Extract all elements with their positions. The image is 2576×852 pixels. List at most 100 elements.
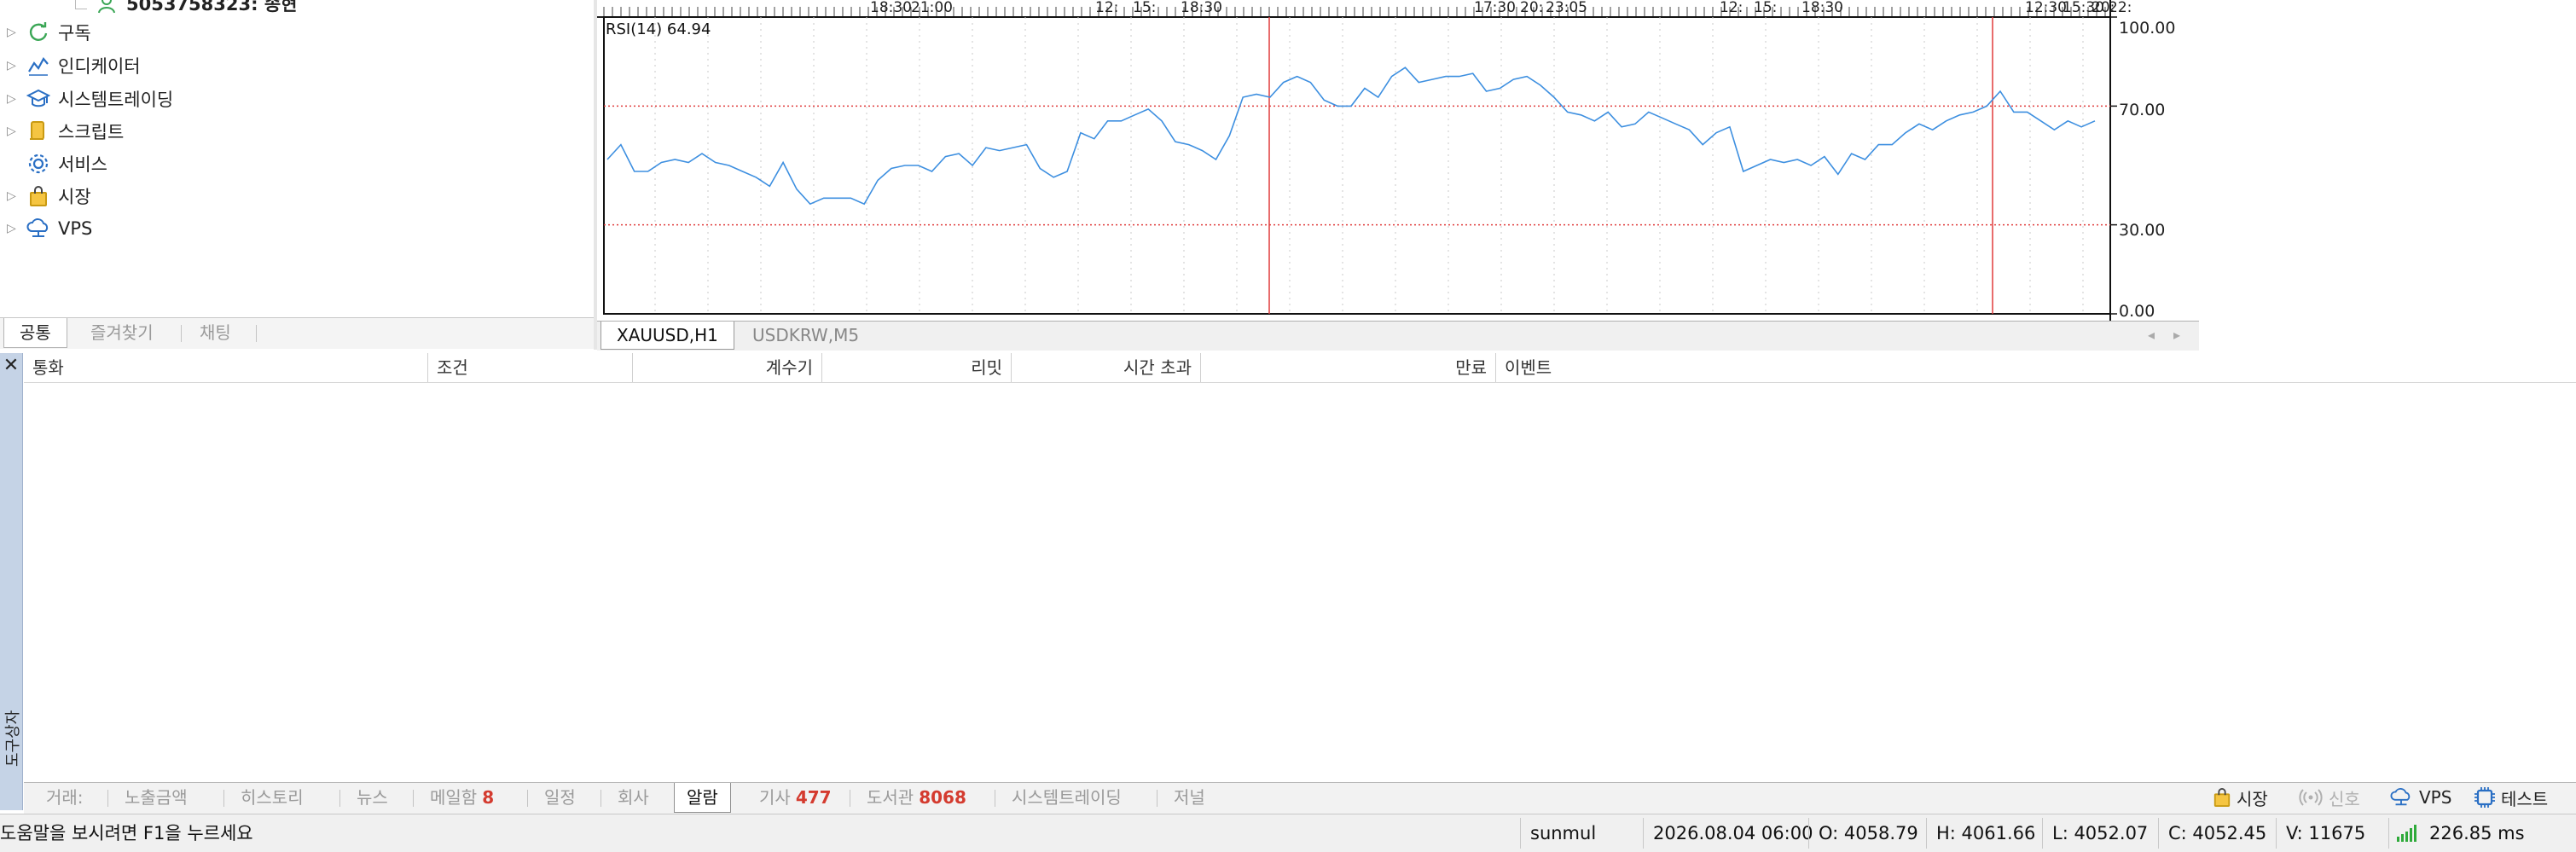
ping-latency[interactable]: 226.85 ms — [2422, 814, 2525, 852]
account-label: 5053758323: 송현 — [126, 0, 298, 14]
expand-arrow-icon[interactable]: ▷ — [7, 189, 20, 203]
nav-item-label: 구독 — [58, 23, 91, 43]
axis-label-100: 100.00 — [2119, 19, 2176, 38]
vps-button[interactable]: VPS — [2388, 783, 2451, 812]
tab-label: 거래: — [46, 787, 84, 808]
articles-count-badge: 477 — [795, 787, 832, 808]
column-header-event[interactable]: 이벤트 — [1496, 353, 1718, 382]
tab-separator — [527, 790, 528, 807]
status-bar: 도움말을 보시려면 F1을 누르세요 sunmul 2026.08.04 06:… — [0, 814, 2576, 852]
status-separator — [2276, 818, 2277, 849]
column-header-expiration[interactable]: 만료 — [1201, 353, 1496, 382]
time-label: 12:30 — [2025, 0, 2067, 16]
nav-item-services[interactable]: 서비스 — [7, 148, 107, 179]
vps-cloud-icon — [2388, 787, 2414, 808]
scroll-right-icon[interactable]: ▸ — [2173, 327, 2180, 343]
tab-calendar[interactable]: 일정 — [532, 783, 588, 812]
vps-cloud-icon — [26, 216, 51, 241]
chart-tabs: XAUUSD,H1 USDKRW,M5 ◂ ▸ — [597, 321, 2199, 351]
tab-separator — [181, 325, 182, 342]
column-header-timeout[interactable]: 시간 초과 — [1012, 353, 1201, 382]
status-separator — [1926, 818, 1927, 849]
nav-item-vps[interactable]: ▷ VPS — [7, 213, 92, 244]
signal-broadcast-icon — [2298, 788, 2324, 807]
nav-item-label: 시스템트레이딩 — [58, 90, 174, 110]
tab-separator — [413, 790, 414, 807]
tab-label: 저널 — [1174, 787, 1205, 808]
tab-history[interactable]: 히스토리 — [229, 783, 316, 812]
axis-label-70: 70.00 — [2119, 101, 2166, 119]
tester-button[interactable]: 테스트 — [2474, 783, 2548, 812]
alerts-table-body[interactable] — [24, 383, 2576, 782]
chart-tab-xauusd-h1[interactable]: XAUUSD,H1 — [600, 322, 734, 350]
tab-separator — [339, 790, 340, 807]
nav-item-scripts[interactable]: ▷ 스크립트 — [7, 116, 124, 147]
time-label: 18:30 — [870, 0, 912, 16]
time-label: 23:05 — [1546, 0, 1587, 16]
account-item[interactable]: 5053758323: 송현 — [94, 0, 297, 19]
signals-button[interactable]: 신호 — [2298, 783, 2360, 812]
column-header-counter[interactable]: 계수기 — [633, 353, 822, 382]
tab-trade[interactable]: 거래: — [34, 783, 96, 812]
status-separator — [2388, 818, 2389, 849]
tab-label: 알람 — [687, 787, 718, 808]
tab-alerts[interactable]: 알람 — [674, 783, 731, 813]
axis-label-30: 30.00 — [2119, 221, 2166, 240]
tester-chip-icon — [2474, 786, 2496, 809]
status-separator — [1808, 818, 1809, 849]
nav-item-subscription[interactable]: ▷ 구독 — [7, 17, 91, 48]
toolbox-tabs: 거래: 노출금액 히스토리 뉴스 메일함 8 일정 회사 알람 기사 477 도서관… — [24, 782, 2576, 814]
market-bag-icon — [2213, 787, 2231, 808]
tab-mailbox[interactable]: 메일함 8 — [418, 783, 506, 812]
signals-button-label: 신호 — [2329, 788, 2360, 809]
tab-exposure[interactable]: 노출금액 — [113, 783, 200, 812]
scroll-left-icon[interactable]: ◂ — [2148, 327, 2155, 343]
expand-arrow-icon[interactable]: ▷ — [7, 92, 20, 106]
tab-articles[interactable]: 기사 477 — [747, 783, 844, 812]
market-bag-icon — [26, 183, 51, 209]
tab-label: 일정 — [544, 787, 576, 808]
bar-close-price: C: 4052.45 — [2168, 823, 2267, 843]
column-header-symbol[interactable]: 통화 — [24, 353, 428, 382]
toolbox-side-label: 도구상자 — [4, 710, 22, 767]
expand-arrow-icon[interactable]: ▷ — [7, 222, 20, 235]
chart-window[interactable]: 18:30 21:00 12: 15: 18:30 17:30 20: 23:05 12: 15:… — [597, 0, 2199, 350]
tab-company[interactable]: 회사 — [606, 783, 661, 812]
time-label: 12: — [1095, 0, 1118, 16]
tab-separator — [107, 790, 108, 807]
time-label: 18:30 — [1181, 0, 1222, 16]
tab-library[interactable]: 도서관 8068 — [855, 783, 978, 812]
chart-tab-usdkrw-m5[interactable]: USDKRW,M5 — [737, 322, 874, 349]
tab-expert-advisors[interactable]: 시스템트레이딩 — [1000, 783, 1134, 812]
expand-arrow-icon[interactable]: ▷ — [7, 59, 20, 72]
expand-arrow-icon[interactable]: ▷ — [7, 26, 20, 39]
profile-name[interactable]: sunmul — [1523, 814, 1596, 852]
navigator-tabs: 공통 즐겨찾기 채팅 — [0, 317, 594, 349]
nav-item-indicators[interactable]: ▷ 인디케이터 — [7, 50, 141, 81]
tab-journal[interactable]: 저널 — [1162, 783, 1217, 812]
tab-common[interactable]: 공통 — [3, 318, 67, 348]
status-separator — [1643, 818, 1644, 849]
column-header-condition[interactable]: 조건 — [428, 353, 633, 382]
tab-label: 기사 — [759, 787, 791, 808]
nav-item-label: 인디케이터 — [58, 56, 141, 77]
nav-item-market[interactable]: ▷ 시장 — [7, 181, 91, 212]
tab-news[interactable]: 뉴스 — [345, 783, 400, 812]
expand-arrow-icon[interactable]: ▷ — [7, 125, 20, 138]
service-gear-icon — [26, 151, 51, 177]
tab-label: 노출금액 — [125, 787, 188, 808]
subscription-icon — [26, 20, 51, 45]
connection-bars-icon[interactable] — [2397, 825, 2419, 845]
tab-favorites[interactable]: 즐겨찾기 — [75, 318, 169, 347]
bar-open-price: O: 4058.79 — [1819, 823, 1918, 843]
market-button-label: 시장 — [2237, 788, 2268, 809]
time-scale-strip — [597, 0, 2199, 17]
chart-canvas[interactable]: 18:30 21:00 12: 15: 18:30 17:30 20: 23:05 12: 15:… — [597, 0, 2199, 321]
market-button[interactable]: 시장 — [2213, 783, 2268, 812]
close-icon[interactable]: ✕ — [2, 356, 20, 375]
tab-chat[interactable]: 채팅 — [184, 318, 247, 347]
nav-item-expert-advisors[interactable]: ▷ 시스템트레이딩 — [7, 84, 173, 114]
tester-button-label: 테스트 — [2501, 788, 2549, 809]
column-header-limit[interactable]: 리밋 — [822, 353, 1012, 382]
plot-frame — [603, 16, 2111, 315]
